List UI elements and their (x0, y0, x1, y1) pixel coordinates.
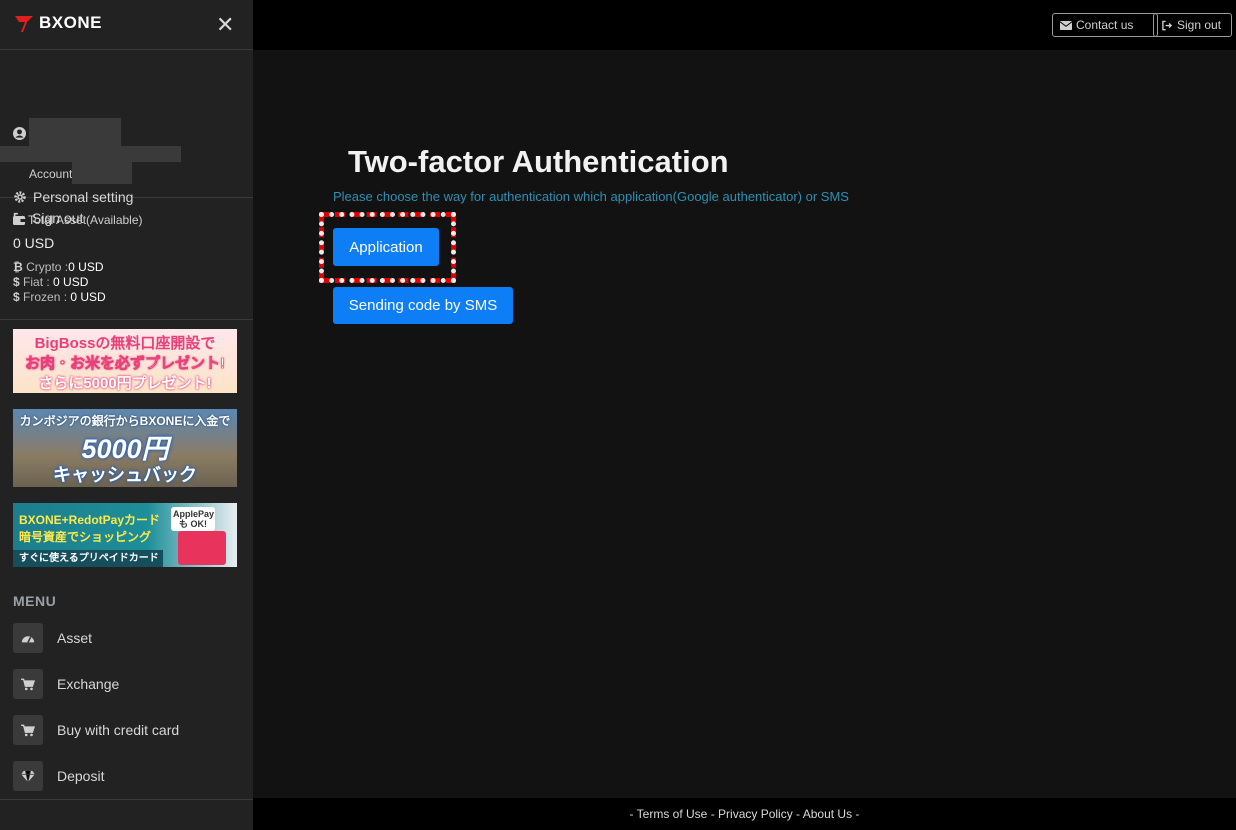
banner3-line1: BXONE+RedotPayカード (19, 513, 161, 527)
total-asset-title: Total Asset(Available) (13, 213, 143, 227)
sidebar-bottom (0, 799, 253, 830)
application-button[interactable]: Application (333, 228, 439, 266)
sign-out-icon (1162, 20, 1173, 30)
promo-banner-cambodia[interactable]: カンボジアの銀行からBXONEに入金で 5000円 キャッシュバック (13, 409, 237, 487)
frozen-value: 0 USD (67, 290, 106, 304)
sms-button[interactable]: Sending code by SMS (333, 287, 513, 324)
asset-summary: Total Asset(Available) 0 USD ₿ Crypto :0… (0, 198, 253, 320)
bxone-logo-icon (15, 16, 33, 32)
main-content: Two-factor Authentication Please choose … (253, 50, 1236, 798)
terms-of-use-link[interactable]: Terms of Use (637, 807, 708, 821)
dollar-icon: $ (13, 290, 20, 304)
footer: - Terms of Use - Privacy Policy - About … (253, 798, 1236, 830)
crypto-value: 0 USD (68, 260, 104, 274)
dollar-icon: $ (13, 275, 20, 289)
frozen-asset-line: $ Frozen : 0 USD (13, 290, 106, 304)
fiat-value: 0 USD (49, 275, 89, 289)
logo-row: BXONE ✕ (0, 0, 253, 50)
total-asset-value: 0 USD (13, 235, 55, 251)
nav-label-deposit: Deposit (57, 768, 105, 784)
top-sign-out-button[interactable]: Sign out (1153, 13, 1232, 37)
dashboard-icon (13, 623, 43, 653)
page-title: Two-factor Authentication (348, 144, 729, 179)
cart-icon (13, 669, 43, 699)
brand-logo[interactable]: BXONE (13, 12, 102, 34)
redotpay-card-image (178, 531, 226, 565)
promo-banner-redotpay[interactable]: BXONE+RedotPayカード 暗号資産でショッピング すぐに使えるプリペイ… (13, 503, 237, 567)
wallet-icon (13, 215, 25, 225)
redacted-username (29, 118, 121, 146)
nav-item-buy-credit-card[interactable]: Buy with credit card (13, 715, 179, 745)
nav-item-asset[interactable]: Asset (13, 623, 92, 653)
user-icon (13, 127, 26, 140)
redacted-email (0, 146, 181, 162)
user-block: Account: Personal setting Sign out (0, 50, 253, 226)
close-sidebar-icon[interactable]: ✕ (216, 12, 234, 38)
banner3-line2: 暗号資産でショッピング (19, 530, 152, 544)
footer-prefix: - (629, 807, 637, 821)
crypto-label: Crypto : (26, 260, 69, 274)
redacted-account-id (72, 162, 132, 184)
menu-header: MENU (13, 593, 57, 609)
contact-us-button[interactable]: Contact us (1052, 13, 1158, 37)
banner3-tag: ApplePayも OK! (171, 507, 215, 531)
envelope-icon (1060, 20, 1072, 30)
cart-icon (13, 715, 43, 745)
contact-us-label: Contact us (1076, 18, 1134, 32)
banner1-line1: BigBossの無料口座開設で (34, 335, 216, 352)
promo-banner-bigboss[interactable]: BigBossの無料口座開設で お肉・お米を必ずプレゼント! さらに5000円プ… (13, 329, 237, 393)
crypto-asset-line: ₿ Crypto :0 USD (13, 260, 103, 274)
fiat-label: Fiat : (23, 275, 50, 289)
top-sign-out-label: Sign out (1177, 18, 1222, 32)
total-asset-label: Total Asset(Available) (28, 213, 143, 227)
banner3-line3: すぐに使えるプリペイドカード (13, 550, 163, 567)
footer-sep: - (792, 807, 803, 821)
banner2-line3: キャッシュバック (53, 465, 197, 485)
nav-item-exchange[interactable]: Exchange (13, 669, 119, 699)
nav-label-buy-credit-card: Buy with credit card (57, 722, 180, 738)
top-bar: Contact us Sign out (253, 0, 1236, 50)
sidebar: BXONE ✕ Account: Personal setting Sign o… (0, 0, 253, 830)
banner1-line2: お肉・お米を必ずプレゼント! (25, 355, 226, 373)
page-subtitle: Please choose the way for authentication… (333, 189, 849, 204)
account-label: Account: (29, 167, 76, 181)
nav-label-asset: Asset (57, 630, 93, 646)
nav-label-exchange: Exchange (57, 676, 120, 692)
about-us-link[interactable]: About Us (803, 807, 852, 821)
privacy-policy-link[interactable]: Privacy Policy (718, 807, 793, 821)
fiat-asset-line: $ Fiat : 0 USD (13, 275, 88, 289)
nav-item-deposit[interactable]: Deposit (13, 761, 104, 791)
footer-suffix: - (852, 807, 860, 821)
banner1-line3: さらに5000円プレゼント! (38, 375, 212, 392)
footer-sep: - (707, 807, 719, 821)
diamond-icon (13, 761, 43, 791)
brand-name: BXONE (39, 13, 102, 32)
frozen-label: Frozen : (23, 290, 68, 304)
bitcoin-icon: ₿ (13, 260, 23, 274)
